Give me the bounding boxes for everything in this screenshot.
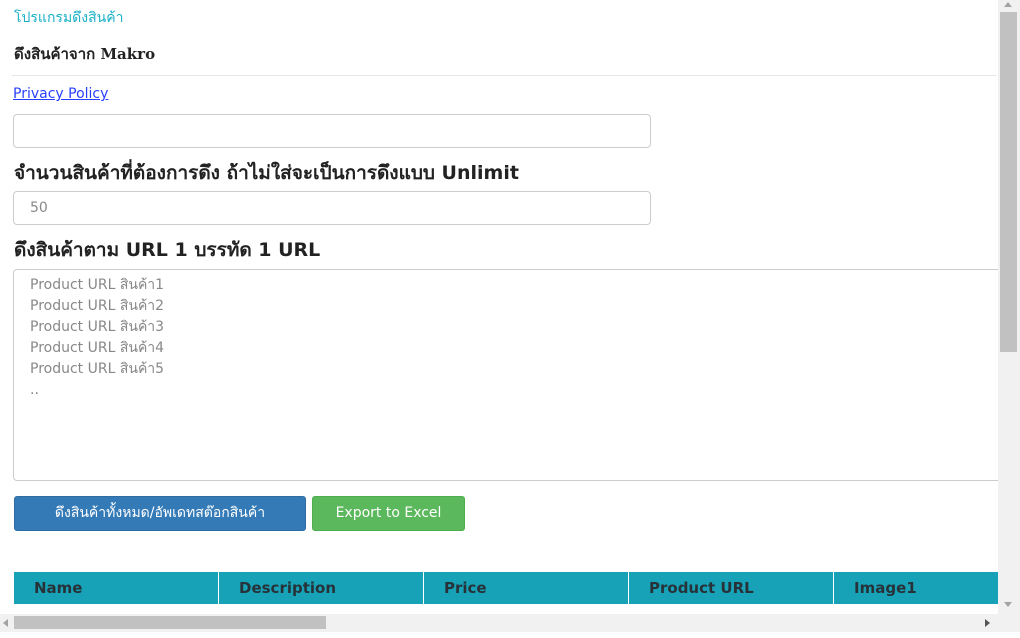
export-to-excel-button[interactable]: Export to Excel: [312, 496, 465, 531]
divider: [12, 75, 996, 76]
scrollbar-corner: [998, 614, 1020, 632]
column-header-name[interactable]: Name: [14, 572, 219, 604]
quantity-label: จำนวนสินค้าที่ต้องการดึง ถ้าไม่ใส่จะเป็น…: [14, 162, 519, 184]
arrow-right-icon[interactable]: [985, 619, 990, 627]
arrow-up-icon[interactable]: [1004, 2, 1012, 7]
table-header: Name Description Price Product URL Image…: [14, 572, 998, 604]
page-content: โปรแกรมดึงสินค้า ดึงสินค้าจาก Makro Priv…: [0, 0, 998, 614]
vertical-scrollbar[interactable]: [998, 0, 1020, 614]
vertical-scroll-thumb[interactable]: [1000, 12, 1017, 352]
arrow-down-icon[interactable]: [1004, 602, 1012, 607]
column-header-image1[interactable]: Image1: [834, 572, 998, 604]
product-urls-textarea[interactable]: [13, 269, 998, 481]
horizontal-scroll-thumb[interactable]: [14, 616, 326, 629]
top-input[interactable]: [13, 114, 651, 148]
column-header-description[interactable]: Description: [219, 572, 424, 604]
arrow-left-icon[interactable]: [3, 619, 8, 627]
bottom-strip: [0, 632, 1020, 638]
quantity-input[interactable]: [13, 191, 651, 225]
app-title: โปรแกรมดึงสินค้า: [14, 10, 124, 26]
fetch-all-products-button[interactable]: ดึงสินค้าทั้งหมด/อัพเดทสต๊อกสินค้า: [14, 496, 306, 531]
urls-label: ดึงสินค้าตาม URL 1 บรรทัด 1 URL: [14, 239, 321, 261]
column-header-price[interactable]: Price: [424, 572, 629, 604]
column-header-product-url[interactable]: Product URL: [629, 572, 834, 604]
privacy-policy-link[interactable]: Privacy Policy: [13, 86, 108, 102]
horizontal-scrollbar[interactable]: [0, 614, 998, 632]
page-subtitle: ดึงสินค้าจาก Makro: [14, 45, 156, 63]
